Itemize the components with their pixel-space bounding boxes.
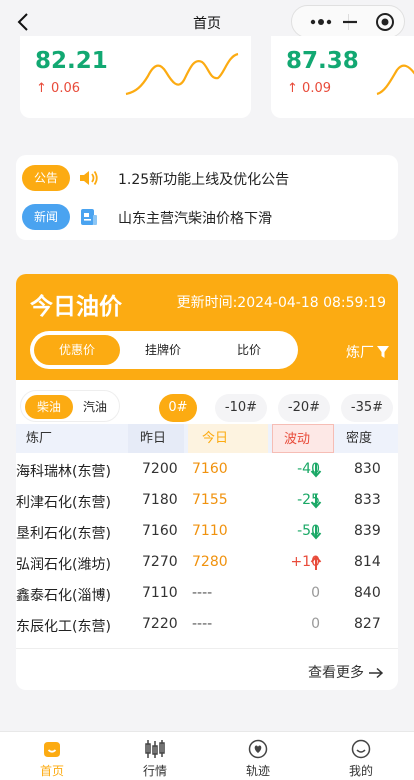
grade-minus-10[interactable]: -10# xyxy=(215,394,267,422)
yesterday-price: 7160 xyxy=(142,523,178,539)
stat-change: ↑ 0.06 xyxy=(36,81,80,96)
fluctuation-value: 0 xyxy=(311,585,320,601)
notice-card: 公告 1.25新功能上线及优化公告 新闻 山东主营汽柴油价格下滑 xyxy=(16,155,398,240)
density-value: 840 xyxy=(354,585,381,601)
yesterday-price: 7220 xyxy=(142,616,178,632)
yesterday-price: 7110 xyxy=(142,585,178,601)
notice-text: 1.25新功能上线及优化公告 xyxy=(118,172,290,188)
refinery-name: 东辰化工(东营) xyxy=(16,619,111,635)
table-row[interactable]: 弘润石化(潍坊) 7270 7280 +10 814 xyxy=(16,549,398,580)
refinery-name: 海科瑞林(东营) xyxy=(16,464,111,480)
stat-value: 82.21 xyxy=(35,48,108,74)
table-row[interactable]: 利津石化(东营) 7180 7155 -25 833 xyxy=(16,487,398,518)
today-price: 7110 xyxy=(192,523,228,539)
col-today: 今日 xyxy=(188,424,268,453)
today-price: 7155 xyxy=(192,492,228,508)
today-price: ---- xyxy=(192,585,213,601)
density-value: 833 xyxy=(354,492,381,508)
tab-discount-price[interactable]: 优惠价 xyxy=(34,335,120,365)
bottom-tab-bar: 首页 行情 轨迹 我的 xyxy=(0,731,414,780)
speaker-icon xyxy=(80,170,98,186)
table-row[interactable]: 垦利石化(东营) 7160 7110 -50 839 xyxy=(16,518,398,549)
col-yesterday: 昨日 xyxy=(128,424,184,453)
price-table-header: 炼厂 昨日 今日 波动 密度 xyxy=(16,424,398,453)
tab-home[interactable]: 首页 xyxy=(0,732,104,780)
sparkline-chart xyxy=(376,64,414,96)
news-icon xyxy=(81,209,97,225)
yesterday-price: 7180 xyxy=(142,492,178,508)
mini-program-capsule xyxy=(291,5,405,38)
more-dots-icon[interactable] xyxy=(300,12,342,32)
tab-market[interactable]: 行情 xyxy=(103,732,207,780)
stat-card-1[interactable]: 82.21 ↑ 0.06 xyxy=(20,36,251,118)
yesterday-price: 7200 xyxy=(142,461,178,477)
notice-text: 山东主营汽柴油价格下滑 xyxy=(118,211,272,227)
refinery-name: 弘润石化(潍坊) xyxy=(16,557,111,573)
tab-mine[interactable]: 我的 xyxy=(309,732,413,780)
tab-compare-price[interactable]: 比价 xyxy=(206,335,292,365)
home-icon xyxy=(44,742,60,757)
today-price: 7160 xyxy=(192,461,228,477)
tab-track[interactable]: 轨迹 xyxy=(206,732,310,780)
yesterday-price: 7270 xyxy=(142,554,178,570)
oil-price-title: 今日油价 xyxy=(30,294,122,320)
arrow-down-icon xyxy=(310,463,322,478)
density-value: 830 xyxy=(354,461,381,477)
tab-label: 首页 xyxy=(39,764,64,778)
tab-label: 我的 xyxy=(348,764,373,778)
density-value: 814 xyxy=(354,554,381,570)
divider xyxy=(16,648,398,649)
track-icon xyxy=(248,739,268,759)
refinery-name: 垦利石化(东营) xyxy=(16,526,111,542)
stat-change: ↑ 0.09 xyxy=(287,81,331,96)
stat-card-2[interactable]: 87.38 ↑ 0.09 xyxy=(271,36,414,118)
update-time: 更新时间:2024-04-18 08:59:19 xyxy=(176,295,386,311)
fuel-diesel[interactable]: 柴油 xyxy=(25,395,73,419)
stat-value: 87.38 xyxy=(286,48,359,74)
fluctuation-value: 0 xyxy=(311,616,320,632)
table-row[interactable]: 东辰化工(东营) 7220 ---- 0 827 xyxy=(16,611,398,642)
arrow-up-icon: ↑ xyxy=(36,81,47,96)
tab-label: 轨迹 xyxy=(245,764,270,778)
oil-price-header: 今日油价 更新时间:2024-04-18 08:59:19 优惠价 挂牌价 比价… xyxy=(16,274,398,380)
arrow-up-icon: ↑ xyxy=(287,81,298,96)
fuel-gasoline[interactable]: 汽油 xyxy=(73,395,117,419)
fuel-type-toggle: 柴油 汽油 xyxy=(20,390,120,422)
grade-0[interactable]: 0# xyxy=(159,394,197,422)
tab-label: 行情 xyxy=(142,764,167,778)
col-density: 密度 xyxy=(346,431,373,446)
table-row[interactable]: 鑫泰石化(淄博) 7110 ---- 0 840 xyxy=(16,580,398,611)
candlestick-icon xyxy=(145,740,165,758)
price-type-tabs: 优惠价 挂牌价 比价 xyxy=(30,331,298,369)
refinery-name: 利津石化(东营) xyxy=(16,495,111,511)
refinery-filter-button[interactable]: 炼厂 xyxy=(346,342,374,362)
col-fluctuation: 波动 xyxy=(272,424,334,453)
grade-minus-35[interactable]: -35# xyxy=(341,394,393,422)
minimize-icon[interactable] xyxy=(340,12,360,32)
sparkline-chart xyxy=(125,52,239,96)
arrow-up-icon xyxy=(310,555,322,570)
smile-icon xyxy=(351,739,371,759)
arrow-right-icon xyxy=(369,667,384,679)
density-value: 827 xyxy=(354,616,381,632)
news-tag: 新闻 xyxy=(22,204,70,230)
announcement-tag: 公告 xyxy=(22,165,70,191)
today-price: 7280 xyxy=(192,554,228,570)
oil-price-card: 今日油价 更新时间:2024-04-18 08:59:19 优惠价 挂牌价 比价… xyxy=(16,274,398,690)
refinery-name: 鑫泰石化(淄博) xyxy=(16,588,111,604)
arrow-down-icon xyxy=(310,494,322,509)
arrow-down-icon xyxy=(310,525,322,540)
filter-icon[interactable] xyxy=(376,345,390,359)
density-value: 839 xyxy=(354,523,381,539)
grade-minus-20[interactable]: -20# xyxy=(278,394,330,422)
col-refinery: 炼厂 xyxy=(26,431,53,446)
tab-list-price[interactable]: 挂牌价 xyxy=(120,335,206,365)
table-row[interactable]: 海科瑞林(东营) 7200 7160 -40 830 xyxy=(16,456,398,487)
today-price: ---- xyxy=(192,616,213,632)
close-target-icon[interactable] xyxy=(374,12,396,32)
view-more-link[interactable]: 查看更多 xyxy=(308,662,384,682)
